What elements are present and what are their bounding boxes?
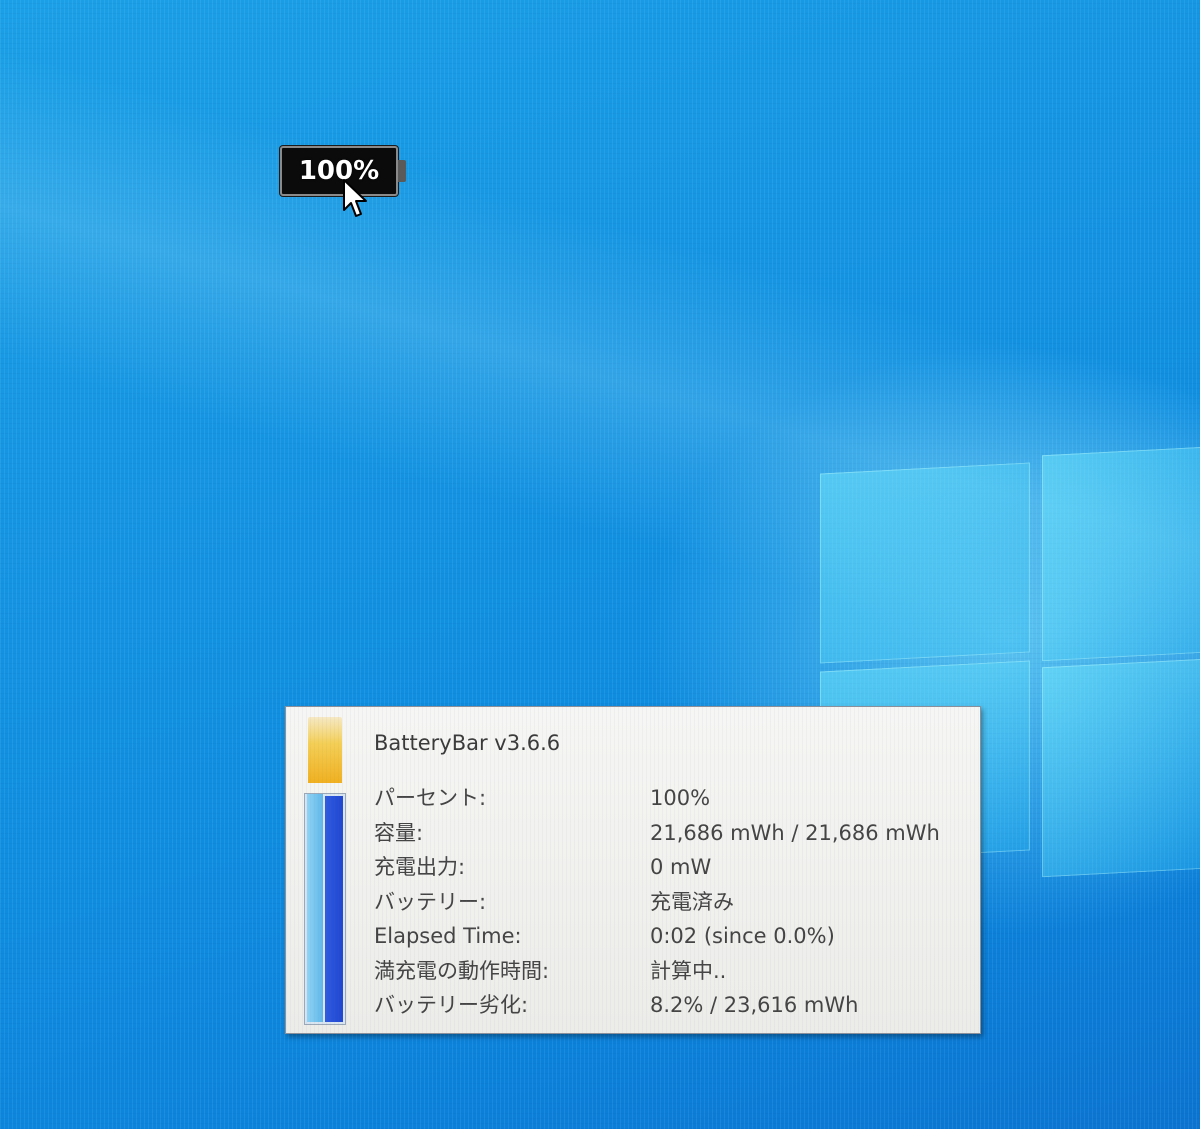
info-value: 21,686 mWh / 21,686 mWh [650, 820, 940, 845]
info-row-battery-status: バッテリー: 充電済み [374, 885, 970, 920]
info-value: 計算中.. [650, 958, 727, 983]
info-label: 満充電の動作時間: [374, 958, 550, 983]
desktop-background: 100% BatteryBar v3.6.6 パーセント: 100% 容量: 2… [0, 0, 1200, 1129]
mouse-pointer-icon [343, 179, 367, 217]
wallpaper-light-beam [0, 20, 1200, 722]
windows-logo-pane-bottom-right [1042, 656, 1200, 878]
info-value: 充電済み [650, 889, 734, 914]
windows-logo-pane-top-left [820, 462, 1030, 664]
meter-design-capacity-bar [307, 794, 323, 1022]
info-label: Elapsed Time: [374, 924, 522, 948]
meter-charge-indicator [308, 717, 342, 783]
info-row-capacity: 容量: 21,686 mWh / 21,686 mWh [374, 816, 970, 851]
meter-current-capacity-bar [325, 796, 343, 1022]
info-value: 0 mW [650, 855, 712, 879]
info-label: バッテリー: [374, 889, 487, 914]
info-row-percent: パーセント: 100% [374, 781, 970, 816]
info-label: 充電出力: [374, 855, 466, 879]
info-label: 容量: [374, 820, 424, 845]
info-value: 8.2% / 23,616 mWh [650, 993, 859, 1017]
info-row-elapsed-time: Elapsed Time: 0:02 (since 0.0%) [374, 919, 970, 954]
battery-percent-text: 100% [298, 156, 380, 186]
battery-level-meter [304, 717, 346, 1025]
info-row-full-charge-runtime: 満充電の動作時間: 計算中.. [374, 954, 970, 989]
battery-tip [398, 160, 406, 182]
batterybar-tooltip: BatteryBar v3.6.6 パーセント: 100% 容量: 21,686… [285, 706, 981, 1034]
info-label: パーセント: [374, 786, 487, 810]
batterybar-widget[interactable]: 100% [280, 146, 406, 200]
info-row-charge-rate: 充電出力: 0 mW [374, 850, 970, 885]
meter-track [304, 793, 346, 1025]
tooltip-title: BatteryBar v3.6.6 [374, 731, 561, 755]
info-value: 100% [650, 786, 711, 810]
tooltip-info-list: パーセント: 100% 容量: 21,686 mWh / 21,686 mWh … [374, 781, 970, 1023]
info-row-battery-wear: バッテリー劣化: 8.2% / 23,616 mWh [374, 988, 970, 1023]
info-label: バッテリー劣化: [374, 993, 529, 1017]
windows-logo-pane-top-right [1042, 444, 1200, 662]
info-value: 0:02 (since 0.0%) [650, 924, 835, 948]
